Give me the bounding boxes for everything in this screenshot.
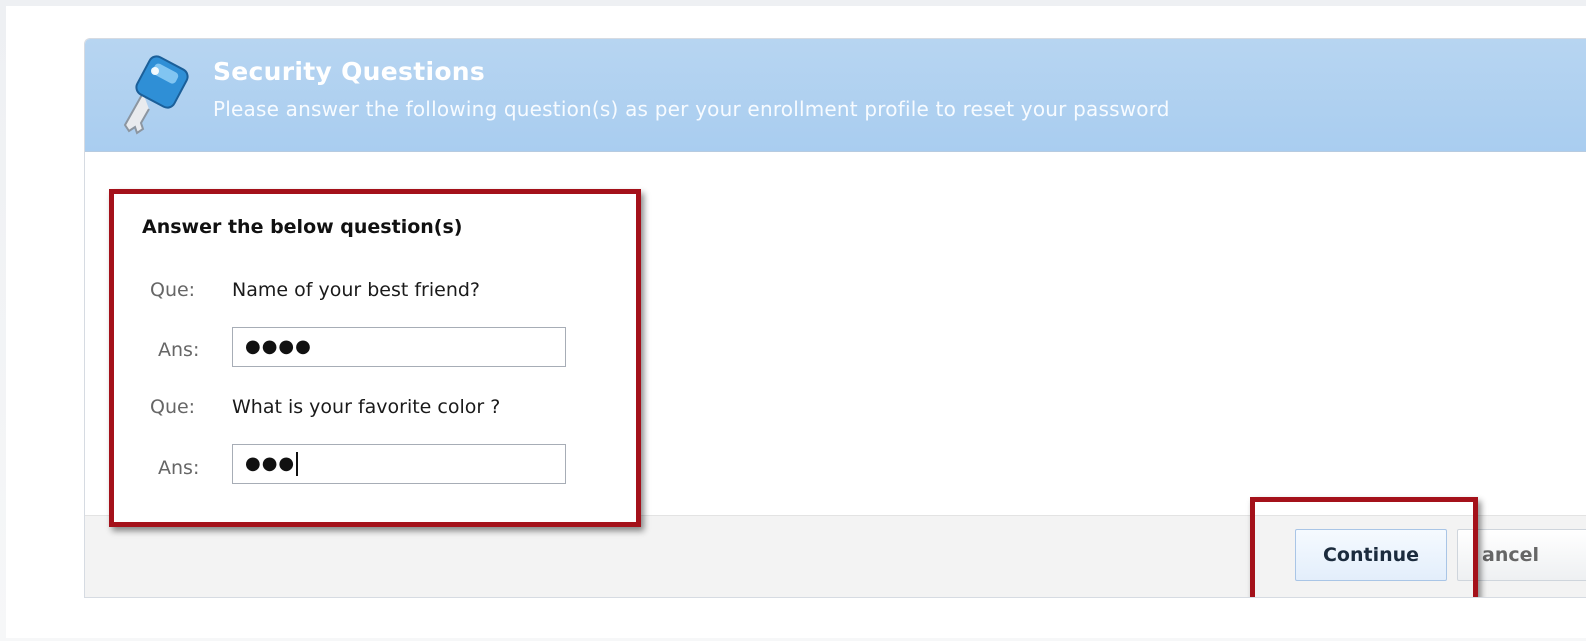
dialog-header: Security Questions Please answer the fol… [85,39,1586,152]
answer-1-masked-value: ●●●● [245,336,312,357]
question-2-text: What is your favorite color ? [232,396,501,418]
answer-label: Ans: [158,339,200,361]
answer-1-field[interactable]: ●●●● [232,327,566,367]
question-label: Que: [150,396,196,418]
answer-2-masked-value: ●●● [245,453,296,474]
page-title: Security Questions [213,57,486,86]
question-label: Que: [150,279,196,301]
question-1-text: Name of your best friend? [232,279,481,301]
continue-highlight-box [1250,497,1478,597]
security-questions-form: Answer the below question(s) Que: Name o… [109,189,641,527]
answer-2-field[interactable]: ●●● [232,444,566,484]
page-subtitle: Please answer the following question(s) … [213,97,1170,121]
answer-label: Ans: [158,457,200,479]
security-questions-dialog: Security Questions Please answer the fol… [84,38,1586,598]
key-icon [123,55,189,135]
text-caret [296,452,299,476]
form-heading: Answer the below question(s) [142,216,463,238]
